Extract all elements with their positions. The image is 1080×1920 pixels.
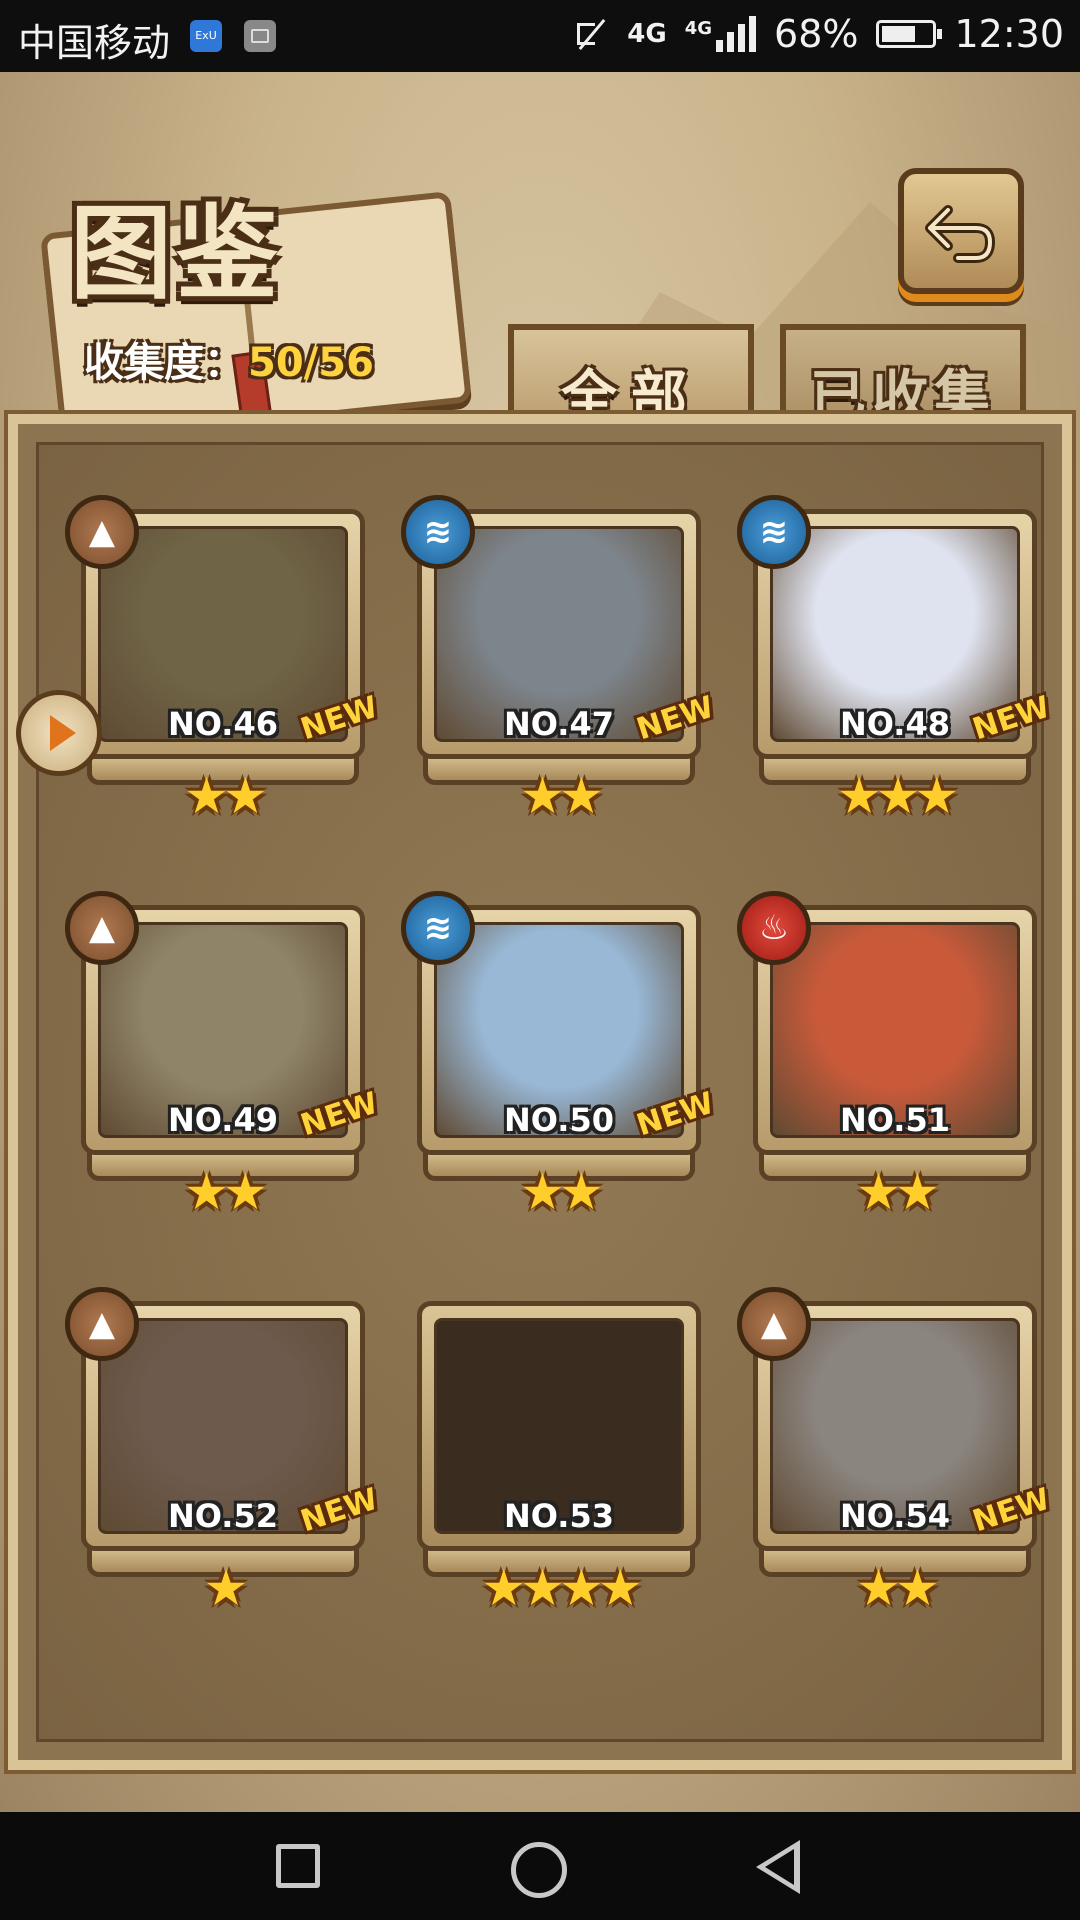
- monster-card[interactable]: NO.48 ★★★ NEW ≋: [737, 495, 1054, 839]
- home-button[interactable]: [511, 1842, 567, 1898]
- back-button[interactable]: [898, 168, 1024, 294]
- app-notification-icon: ExU: [190, 20, 222, 52]
- water-element-icon: ≋: [401, 495, 475, 569]
- recent-apps-button[interactable]: [276, 1844, 320, 1888]
- back-nav-button[interactable]: [756, 1840, 800, 1894]
- collection-progress: 收集度： 50/56: [84, 330, 374, 388]
- star-rating: ★★: [184, 767, 268, 825]
- card-number: NO.53: [504, 1497, 614, 1535]
- earth-element-icon: ▲: [737, 1287, 811, 1361]
- earth-element-icon: ▲: [65, 891, 139, 965]
- collection-label: 收集度：: [84, 340, 244, 386]
- carrier-name: 中国移动: [18, 21, 171, 65]
- card-number: NO.51: [840, 1101, 950, 1139]
- status-bar: 中国移动 ExU 4G 4G 68% 12:30: [0, 0, 1080, 72]
- star-rating: ★★: [184, 1163, 268, 1221]
- card-grid[interactable]: NO.46 ★★ NEW ▲ NO.47 ★★ NEW ≋ NO.48 ★★★ NEW ≋ NO.49 ★…: [36, 442, 1054, 1742]
- page-title: 图鉴: [70, 194, 282, 314]
- star-rating: ★: [203, 1559, 249, 1617]
- gallery-notification-icon: [244, 20, 276, 52]
- signal-icon: 4G: [684, 16, 757, 52]
- battery-percent: 68%: [774, 12, 859, 56]
- monster-card[interactable]: NO.53 ★★★★: [417, 1301, 701, 1631]
- star-rating: ★★★★: [481, 1559, 642, 1617]
- earth-element-icon: ▲: [65, 495, 139, 569]
- battery-icon: [876, 20, 943, 48]
- monster-card[interactable]: NO.50 ★★ NEW ≋: [401, 891, 718, 1235]
- fire-element-icon: ♨: [737, 891, 811, 965]
- game-screen: 图鉴 收集度： 50/56 全部 已收集 NO.46 ★★ NEW ▲ NO.47 ★★ NE…: [0, 72, 1080, 1812]
- collection-panel[interactable]: NO.46 ★★ NEW ▲ NO.47 ★★ NEW ≋ NO.48 ★★★ NEW ≋ NO.49 ★…: [4, 410, 1076, 1774]
- star-rating: ★★: [520, 1163, 604, 1221]
- monster-card[interactable]: NO.46 ★★ NEW ▲: [65, 495, 382, 839]
- star-rating: ★★: [856, 1559, 940, 1617]
- mute-icon: [571, 15, 609, 53]
- star-rating: ★★: [856, 1163, 940, 1221]
- clock: 12:30: [954, 12, 1064, 56]
- star-rating: ★★: [520, 767, 604, 825]
- water-element-icon: ≋: [401, 891, 475, 965]
- monster-card[interactable]: NO.51 ★★ ♨: [737, 891, 1037, 1235]
- collection-value: 50/56: [248, 340, 374, 386]
- monster-card[interactable]: NO.52 ★ NEW ▲: [65, 1287, 382, 1631]
- monster-card[interactable]: NO.49 ★★ NEW ▲: [65, 891, 382, 1235]
- star-rating: ★★★: [836, 767, 959, 825]
- network-type-2: 4G: [684, 18, 713, 39]
- network-type-1: 4G: [627, 19, 667, 49]
- side-expand-button[interactable]: [16, 690, 102, 776]
- android-nav-bar: [0, 1812, 1080, 1920]
- water-element-icon: ≋: [737, 495, 811, 569]
- monster-card[interactable]: NO.54 ★★ NEW ▲: [737, 1287, 1054, 1631]
- monster-card[interactable]: NO.47 ★★ NEW ≋: [401, 495, 718, 839]
- earth-element-icon: ▲: [65, 1287, 139, 1361]
- return-arrow-icon: [925, 205, 995, 263]
